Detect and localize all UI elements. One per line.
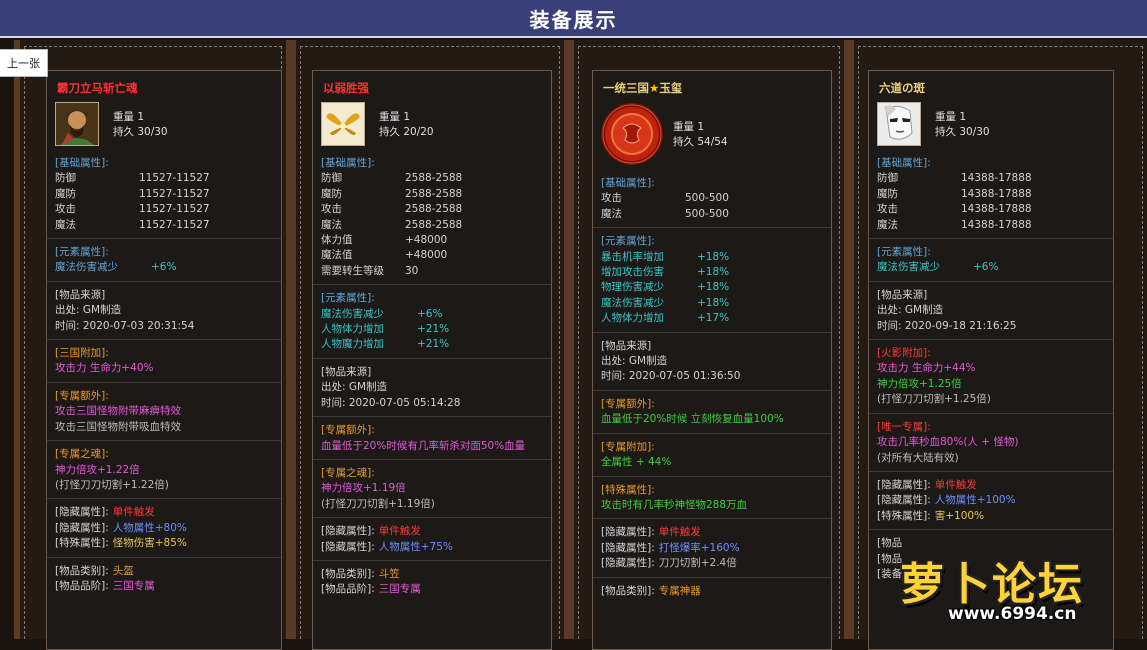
- item-category: [物品类别]: 专属神器: [593, 576, 831, 604]
- item-category: [物品类别]: 斗笠 [物品品阶]: 三国专属: [313, 559, 551, 603]
- basic-attributes: [基础属性]: 防御 2588-2588 魔防 2588-2588 攻击 2588-2…: [321, 157, 463, 277]
- unique-exclusive: [唯一专属]: 攻击几率秒血80%(人 + 怪物) (对所有大陆有效): [869, 412, 1113, 471]
- element-attributes: [元素属性]: 暴击机率增加 +18% 增加攻击伤害 +18% 物理伤害减少 +18%…: [593, 227, 831, 331]
- exclusive-soul: [专属之魂]: 神力倍攻+1.19倍 (打怪刀刀切割+1.19倍): [313, 458, 551, 517]
- exclusive-extra: [专属额外]: 攻击三国怪物附带麻痹特效 攻击三国怪物附带吸血特效: [47, 381, 281, 440]
- item-name: 霸刀立马斩亡魂: [57, 81, 138, 95]
- exclusive-extra: [专属额外]: 血量低于20%时候 立刻恢复血量100%: [593, 389, 831, 433]
- item-durability: 持久 30/30: [113, 126, 168, 138]
- golden-wings-icon: [321, 102, 365, 146]
- item-header: 重量 1 持久 30/30: [869, 102, 1113, 150]
- exclusive-soul: [专属之魂]: 神力倍攻+1.22倍 (打怪刀刀切割+1.22倍): [47, 440, 281, 498]
- prev-button[interactable]: 上一张: [0, 49, 48, 77]
- basic-attributes: [基础属性]: 防御 14388-17888 魔防 14388-17888 攻击 14…: [877, 157, 1032, 231]
- item-weight: 重量 1: [379, 111, 411, 123]
- item-header: 重量 1 持久 20/20: [313, 102, 551, 150]
- element-attributes: [元素属性]: 魔法伤害减少 +6%: [869, 238, 1113, 281]
- equipment-column-3: 一统三国★玉玺 重量 1 持久 54/54 [基础属性]: 攻击500-500: [568, 40, 850, 650]
- item-source: [物品来源] 出处: GM制造 时间: 2020-09-18 21:16:25: [869, 280, 1113, 339]
- item-name: 六道の斑: [879, 81, 925, 95]
- special-attributes: [特殊属性]: 攻击时有几率秒神怪物288万血: [593, 475, 831, 519]
- equipment-column-2: 以弱胜强 重量 1 持久 20/20 [基础属性]: 防御2588-2588: [290, 40, 570, 650]
- hidden-attributes: [隐藏属性]: 单件触发 [隐藏属性]: 打怪爆率+160% [隐藏属性]: 刀刀切割…: [593, 518, 831, 576]
- page-title: 装备展示: [529, 7, 618, 32]
- item-category: [物品类别]: 头盔 [物品品阶]: 三国专属: [47, 556, 281, 600]
- equipment-card[interactable]: 以弱胜强 重量 1 持久 20/20 [基础属性]: 防御2588-2588: [312, 70, 552, 650]
- element-attributes: [元素属性]: 魔法伤害减少 +6% 人物体力增加 +21% 人物魔力增加 +21%: [313, 284, 551, 358]
- item-durability: 持久 54/54: [673, 136, 728, 148]
- element-attributes: [元素属性]: 魔法伤害减少 +6%: [47, 238, 281, 281]
- watermark-url: www.6994.cn: [948, 604, 1077, 624]
- masked-character-icon: [877, 102, 921, 146]
- item-header: 重量 1 持久 54/54: [593, 102, 831, 170]
- item-name: 以弱胜强: [323, 81, 369, 95]
- basic-attributes: [基础属性]: 攻击 500-500 魔法 500-500: [601, 177, 729, 220]
- basic-attributes: [基础属性]: 防御 11527-11527 魔防 11527-11527 攻击 11…: [55, 157, 210, 231]
- hidden-attributes: [隐藏属性]: 单件触发 [隐藏属性]: 人物属性+80% [特殊属性]: 怪物伤害+…: [47, 498, 281, 556]
- star-icon: ★: [649, 81, 660, 95]
- item-durability: 持久 20/20: [379, 126, 434, 138]
- item-weight: 重量 1: [113, 111, 145, 123]
- item-weight: 重量 1: [673, 121, 705, 133]
- watermark-logo-text: 萝卜论坛: [900, 559, 1084, 610]
- exclusive-bonus: [专属附加]: 全属性 + 44%: [593, 432, 831, 476]
- equipment-card[interactable]: 一统三国★玉玺 重量 1 持久 54/54 [基础属性]: 攻击500-500: [592, 70, 832, 650]
- item-durability: 持久 30/30: [935, 126, 990, 138]
- item-source: [物品来源] 出处: GM制造 时间: 2020-07-05 05:14:28: [313, 357, 551, 416]
- item-name: 一统三国★玉玺: [603, 81, 683, 95]
- equipment-column-1: 霸刀立马斩亡魂 重量 1 持久 30/30 [基础属性]: 防御 11527-11…: [14, 40, 292, 650]
- equipment-card[interactable]: 霸刀立马斩亡魂 重量 1 持久 30/30 [基础属性]: 防御 11527-11…: [46, 70, 282, 650]
- sanguo-bonus: [三国附加]: 攻击力 生命力+40%: [47, 339, 281, 382]
- general-portrait-icon: [55, 102, 99, 146]
- item-source: [物品来源] 出处: GM制造 时间: 2020-07-03 20:31:54: [47, 280, 281, 339]
- forum-watermark: 萝卜论坛 www.6994.cn: [900, 548, 1140, 633]
- hidden-attributes: [隐藏属性]: 单件触发 [隐藏属性]: 人物属性+75%: [313, 517, 551, 560]
- item-weight: 重量 1: [935, 111, 967, 123]
- page-header: 装备展示: [0, 0, 1147, 38]
- exclusive-extra: [专属额外]: 血量低于20%时候有几率斩杀对面50%血量: [313, 416, 551, 459]
- naruto-bonus: [火影附加]: 攻击力 生命力+44% 神力倍攻+1.25倍 (打怪刀刀切割+1…: [869, 339, 1113, 413]
- item-source: [物品来源] 出处: GM制造 时间: 2020-07-05 01:36:50: [593, 331, 831, 390]
- item-header: 重量 1 持久 30/30: [47, 102, 281, 150]
- hidden-attributes: [隐藏属性]: 单件触发 [隐藏属性]: 人物属性+100% [特殊属性]: 害+10…: [869, 470, 1113, 529]
- jade-seal-icon: [599, 102, 665, 166]
